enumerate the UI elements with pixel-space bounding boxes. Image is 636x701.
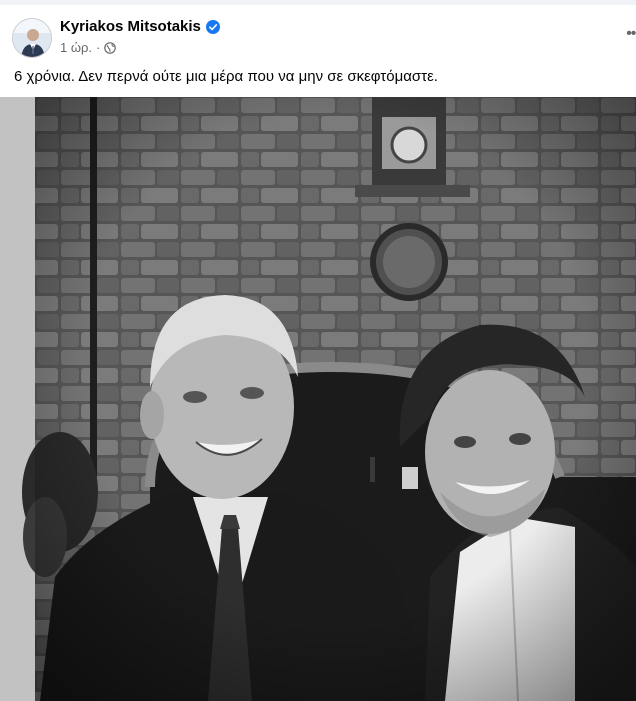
post-card: Kyriakos Mitsotakis 1 ώρ. · ••• 6 χρόνια… (0, 5, 636, 701)
avatar[interactable] (12, 18, 52, 58)
post-header: Kyriakos Mitsotakis 1 ώρ. · ••• (0, 5, 636, 65)
verified-badge-icon (205, 19, 220, 34)
author-name[interactable]: Kyriakos Mitsotakis (60, 18, 220, 35)
post-text: 6 χρόνια. Δεν περνά ούτε μια μέρα που να… (14, 68, 438, 85)
post-meta: 1 ώρ. · (60, 40, 117, 55)
more-options-icon[interactable]: ••• (626, 25, 636, 43)
post-time[interactable]: 1 ώρ. (60, 40, 92, 55)
post-photo[interactable] (0, 97, 636, 701)
author-name-text[interactable]: Kyriakos Mitsotakis (60, 18, 201, 35)
globe-icon[interactable] (104, 41, 117, 54)
